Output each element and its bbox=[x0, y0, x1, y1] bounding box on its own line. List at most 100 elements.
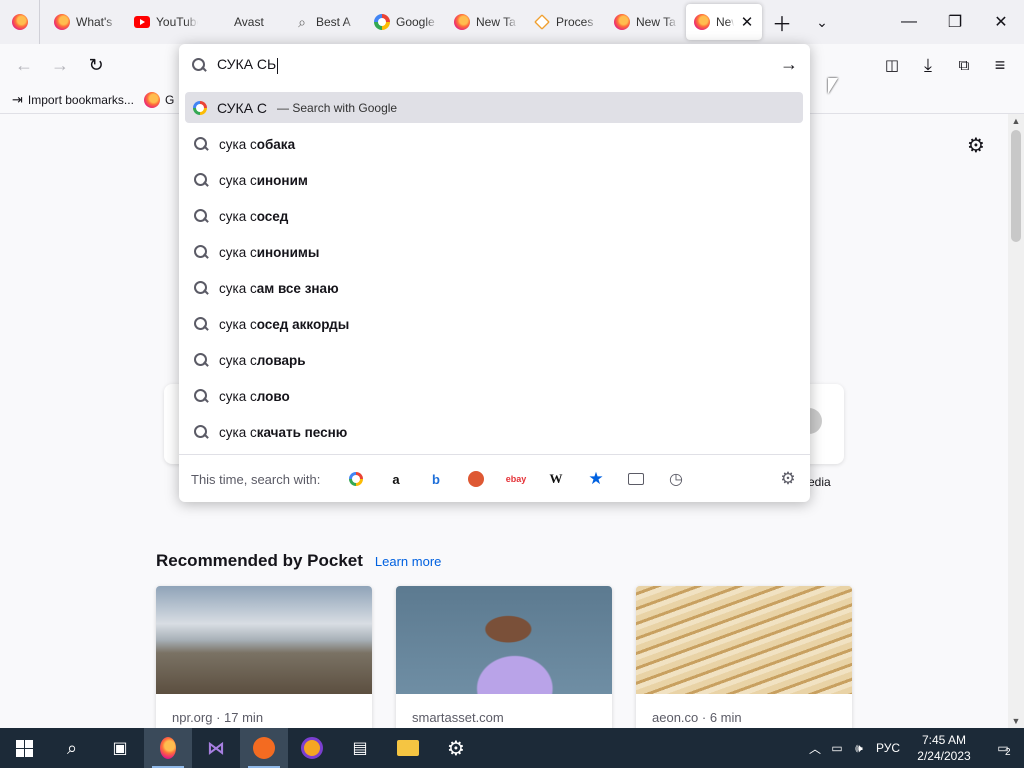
tab-avast[interactable]: Avast bbox=[206, 4, 286, 40]
ebay-engine-icon[interactable]: ebay bbox=[505, 468, 527, 490]
windows-taskbar: ⌕ ▣ ⋈ ▤ ⚙ ︿ ▭ 🕪 РУС 7:45 AM 2/24/2023 ▭ 2 bbox=[0, 728, 1024, 768]
language-indicator[interactable]: РУС bbox=[870, 741, 906, 755]
duckduckgo-dot bbox=[468, 471, 484, 487]
brave-icon[interactable] bbox=[288, 728, 336, 768]
shortcut-label: edia bbox=[808, 475, 831, 489]
tab-google[interactable]: Google bbox=[366, 4, 446, 40]
suggestion-row[interactable]: сука сосед bbox=[185, 200, 803, 232]
urlbar-popup: СУКА СЬ → СУКА С — Search with Google су… bbox=[179, 44, 810, 502]
suggestion-row[interactable]: сука собака bbox=[185, 128, 803, 160]
pocket-card[interactable]: aeon.co · 6 min bbox=[636, 586, 852, 728]
remote-desktop-icon[interactable]: ▣ bbox=[96, 728, 144, 768]
pocket-card[interactable]: smartasset.com bbox=[396, 586, 612, 728]
settings-taskbar-icon[interactable]: ⚙ bbox=[432, 728, 480, 768]
go-arrow-icon[interactable]: → bbox=[780, 54, 798, 75]
url-input[interactable]: СУКА СЬ → bbox=[179, 44, 810, 86]
restore-button[interactable]: ❐ bbox=[932, 0, 978, 44]
menu-icon[interactable]: ≡ bbox=[988, 53, 1012, 77]
tab-best[interactable]: ⌕ Best A bbox=[286, 4, 366, 40]
suggestion-row[interactable]: сука синоним bbox=[185, 164, 803, 196]
mouse-cursor bbox=[828, 78, 838, 94]
suggestion-row[interactable]: сука словарь bbox=[185, 344, 803, 376]
firefox-icon bbox=[11, 14, 28, 30]
firefox-view-button[interactable] bbox=[0, 0, 40, 44]
tab-new-active[interactable]: New ✕ bbox=[686, 4, 762, 40]
result-text: СУКА С bbox=[217, 99, 268, 116]
tabs-icon[interactable] bbox=[625, 468, 647, 490]
search-icon bbox=[193, 316, 209, 332]
duckduckgo-engine-icon[interactable] bbox=[465, 468, 487, 490]
history-clock-icon[interactable]: ◷ bbox=[665, 468, 687, 490]
suggestion-prefix: сука с bbox=[219, 424, 257, 440]
wikipedia-engine-icon[interactable]: W bbox=[545, 468, 567, 490]
settings-gear-icon[interactable]: ⚙ bbox=[965, 134, 987, 157]
scroll-up-icon[interactable]: ▲ bbox=[1008, 114, 1024, 128]
start-button[interactable] bbox=[0, 728, 48, 768]
bookmark-item[interactable]: G bbox=[143, 91, 175, 108]
bookmarks-star-icon[interactable]: ★ bbox=[585, 468, 607, 490]
pocket-card[interactable]: npr.org · 17 min bbox=[156, 586, 372, 728]
close-window-button[interactable]: ✕ bbox=[978, 0, 1024, 44]
tab-new-2[interactable]: New Ta bbox=[606, 4, 686, 40]
system-tool-icon[interactable]: ▤ bbox=[336, 728, 384, 768]
volume-icon[interactable]: 🕪 bbox=[848, 741, 870, 756]
card-source: aeon.co · 6 min bbox=[652, 710, 742, 725]
tab-label: Avast bbox=[234, 15, 264, 29]
tab-label: What's bbox=[76, 15, 113, 29]
bing-engine-icon[interactable]: b bbox=[425, 468, 447, 490]
pocket-icon[interactable]: ◫ bbox=[880, 53, 904, 77]
bookmark-label: G bbox=[164, 92, 175, 107]
suggestion-row[interactable]: сука синонимы bbox=[185, 236, 803, 268]
search-taskbar-icon[interactable]: ⌕ bbox=[48, 728, 96, 768]
suggestion-row[interactable]: сука скачать песню bbox=[185, 416, 803, 448]
suggestion-row[interactable]: сука слово bbox=[185, 380, 803, 412]
tab-new-1[interactable]: New Ta bbox=[446, 4, 526, 40]
reload-button[interactable]: ↻ bbox=[84, 53, 108, 77]
import-bookmarks[interactable]: ⇥ Import bookmarks... bbox=[12, 92, 134, 108]
brave-shield bbox=[301, 737, 323, 759]
suggestion-row[interactable]: сука сам все знаю bbox=[185, 272, 803, 304]
extensions-icon[interactable]: ⧉ bbox=[952, 53, 976, 77]
search-settings-gear-icon[interactable]: ⚙ bbox=[777, 468, 799, 490]
suggestion-rest: качать песню bbox=[256, 424, 348, 440]
google-engine-icon[interactable] bbox=[345, 468, 367, 490]
learn-more-link[interactable]: Learn more bbox=[375, 554, 441, 569]
tab-whats[interactable]: What's bbox=[46, 4, 126, 40]
back-button[interactable]: ← bbox=[12, 53, 36, 77]
system-tray: ︿ ▭ 🕪 РУС 7:45 AM 2/24/2023 ▭ 2 bbox=[804, 728, 1024, 768]
tab-youtube[interactable]: YouTube bbox=[126, 4, 206, 40]
notifications-icon[interactable]: ▭ 2 bbox=[982, 741, 1024, 758]
clock-time: 7:45 AM bbox=[921, 733, 967, 747]
suggestion-rest: лово bbox=[256, 388, 290, 404]
close-tab-icon[interactable]: ✕ bbox=[740, 13, 754, 31]
clock[interactable]: 7:45 AM 2/24/2023 bbox=[906, 732, 982, 764]
suggestion-row[interactable]: сука сосед аккорды bbox=[185, 308, 803, 340]
search-with-google-row[interactable]: СУКА С — Search with Google bbox=[185, 92, 803, 123]
import-label: Import bookmarks... bbox=[27, 92, 134, 107]
new-tab-button[interactable]: ＋ bbox=[762, 0, 802, 44]
suggestion-prefix: сука с bbox=[219, 352, 257, 368]
tab-process[interactable]: Proces bbox=[526, 4, 606, 40]
url-value: СУКА СЬ bbox=[217, 56, 277, 73]
url-input-text[interactable]: СУКА СЬ bbox=[217, 56, 279, 74]
google-icon bbox=[193, 100, 207, 115]
tab-label: New Ta bbox=[476, 15, 516, 29]
page-scrollbar[interactable]: ▲ ▼ bbox=[1008, 114, 1024, 728]
suggestion-rest: осед аккорды bbox=[256, 316, 350, 332]
scroll-thumb[interactable] bbox=[1011, 130, 1021, 242]
downloads-icon[interactable]: ⤓ bbox=[916, 53, 940, 77]
result-hint: — Search with Google bbox=[277, 100, 398, 115]
network-icon[interactable]: ▭ bbox=[826, 741, 848, 755]
suggestion-prefix: сука с bbox=[219, 280, 257, 296]
file-explorer-icon[interactable] bbox=[384, 728, 432, 768]
firefox-taskbar-icon[interactable] bbox=[144, 728, 192, 768]
avast-taskbar-icon[interactable] bbox=[240, 728, 288, 768]
forward-button[interactable]: → bbox=[48, 53, 72, 77]
suggestion-prefix: сука с bbox=[219, 172, 257, 188]
amazon-engine-icon[interactable]: a bbox=[385, 468, 407, 490]
scroll-down-icon[interactable]: ▼ bbox=[1008, 714, 1024, 728]
chevron-up-icon[interactable]: ︿ bbox=[804, 740, 826, 757]
minimize-button[interactable]: — bbox=[886, 0, 932, 44]
visual-studio-icon[interactable]: ⋈ bbox=[192, 728, 240, 768]
list-all-tabs-button[interactable]: ⌄ bbox=[802, 0, 842, 44]
